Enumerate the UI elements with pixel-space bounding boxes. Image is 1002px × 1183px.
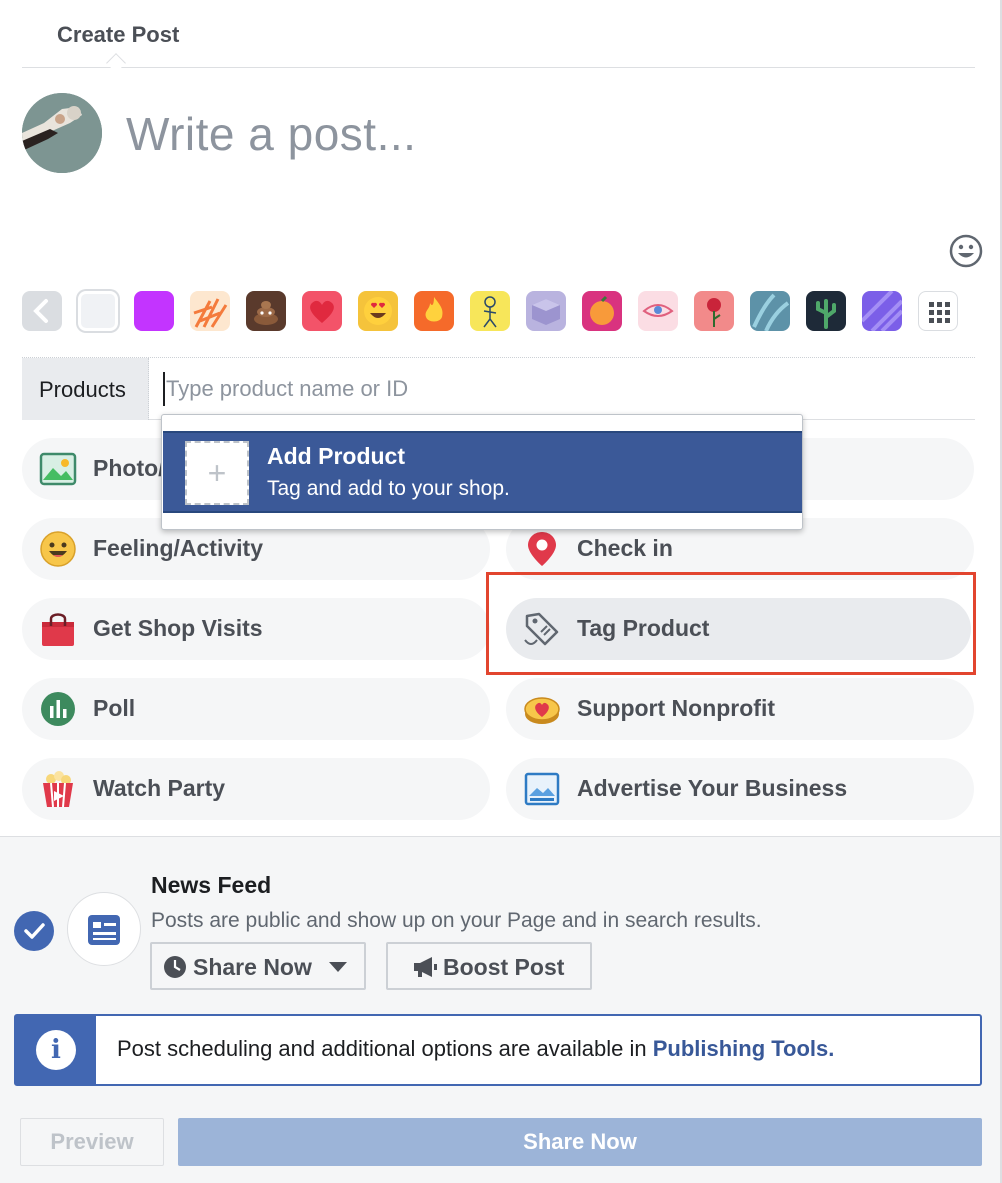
- background-swatch-heart-eyes[interactable]: [358, 291, 398, 331]
- post-composer-input[interactable]: Write a post...: [126, 107, 416, 161]
- publishing-tools-link[interactable]: Publishing Tools.: [653, 1036, 835, 1061]
- share-now-label: Share Now: [193, 954, 312, 980]
- option-support-nonprofit[interactable]: Support Nonprofit: [506, 678, 974, 740]
- publishing-tools-notice: i Post scheduling and additional options…: [14, 1014, 982, 1086]
- option-watch-party[interactable]: Watch Party: [22, 758, 490, 820]
- background-swatch-poop[interactable]: [246, 291, 286, 331]
- notice-text: Post scheduling and additional options a…: [117, 1036, 834, 1062]
- option-poll[interactable]: Poll: [22, 678, 490, 740]
- option-label: Get Shop Visits: [93, 615, 263, 641]
- plus-icon: +: [207, 455, 227, 491]
- popcorn-icon: [39, 770, 77, 808]
- news-feed-description: Posts are public and show up on your Pag…: [151, 909, 762, 932]
- option-get-shop-visits[interactable]: Get Shop Visits: [22, 598, 490, 660]
- location-pin-icon: [523, 530, 561, 568]
- add-product-subtitle: Tag and add to your shop.: [267, 477, 510, 500]
- background-swatch-leaves[interactable]: [190, 291, 230, 331]
- boost-post-button[interactable]: Boost Post: [386, 942, 592, 990]
- megaphone-icon: [414, 957, 437, 977]
- background-swatch-purple[interactable]: [134, 291, 174, 331]
- advertise-icon: [523, 770, 561, 808]
- share-now-dropdown-button[interactable]: Share Now: [150, 942, 366, 990]
- create-post-dialog: Create Post Write a post... Products Typ…: [0, 0, 1002, 1183]
- emoji-picker-icon[interactable]: [949, 234, 983, 268]
- notice-message: Post scheduling and additional options a…: [117, 1036, 653, 1061]
- avatar: [22, 93, 102, 173]
- tab-caret: [106, 53, 126, 73]
- info-sidebar: i: [16, 1016, 96, 1084]
- option-label: Check in: [577, 535, 673, 561]
- share-now-button[interactable]: Share Now: [178, 1118, 982, 1166]
- publish-panel: News Feed Posts are public and show up o…: [0, 836, 1000, 1183]
- product-search-input[interactable]: [163, 372, 863, 406]
- background-swatch-fruit[interactable]: [582, 291, 622, 331]
- background-swatch-cactus[interactable]: [806, 291, 846, 331]
- tag-product-highlight: [486, 572, 976, 675]
- poll-icon: [39, 690, 77, 728]
- shopping-bag-icon: [39, 610, 77, 648]
- news-feed-title: News Feed: [151, 872, 272, 898]
- add-product-thumbnail: +: [185, 441, 249, 505]
- news-feed-icon: [67, 892, 141, 966]
- option-label: Advertise Your Business: [577, 775, 848, 801]
- option-label: Watch Party: [93, 775, 226, 801]
- tab-create-post[interactable]: Create Post: [57, 22, 179, 48]
- info-icon: i: [36, 1030, 76, 1070]
- clock-icon: [164, 956, 186, 978]
- background-swatch-pattern[interactable]: [862, 291, 902, 331]
- smiley-icon: [39, 530, 77, 568]
- photo-icon: [39, 450, 77, 488]
- caret-down-icon: [329, 962, 347, 972]
- products-label: Products: [22, 358, 149, 420]
- option-label: Feeling/Activity: [93, 535, 263, 561]
- donation-heart-icon: [523, 690, 561, 728]
- dialog-header: Create Post: [22, 0, 975, 73]
- background-swatch-eye[interactable]: [638, 291, 678, 331]
- products-row: Products: [22, 357, 975, 420]
- option-label: Poll: [93, 695, 136, 721]
- add-product-title: Add Product: [267, 443, 405, 469]
- background-swatch-cube[interactable]: [526, 291, 566, 331]
- product-suggestions-dropdown: + Add Product Tag and add to your shop.: [161, 414, 803, 530]
- grid-icon[interactable]: [918, 291, 958, 331]
- background-swatch-plain[interactable]: [78, 291, 118, 331]
- background-swatch-rose[interactable]: [694, 291, 734, 331]
- option-label: Support Nonprofit: [577, 695, 776, 721]
- background-swatch-doodle[interactable]: [470, 291, 510, 331]
- background-swatch-blue-leaves[interactable]: [750, 291, 790, 331]
- boost-post-label: Boost Post: [443, 954, 565, 980]
- preview-button[interactable]: Preview: [20, 1118, 164, 1166]
- background-swatch-heart[interactable]: [302, 291, 342, 331]
- news-feed-checkbox[interactable]: [14, 911, 54, 951]
- background-swatch-fire[interactable]: [414, 291, 454, 331]
- option-advertise-business[interactable]: Advertise Your Business: [506, 758, 974, 820]
- add-product-option[interactable]: + Add Product Tag and add to your shop.: [163, 431, 802, 513]
- chevron-left-icon[interactable]: [22, 291, 62, 331]
